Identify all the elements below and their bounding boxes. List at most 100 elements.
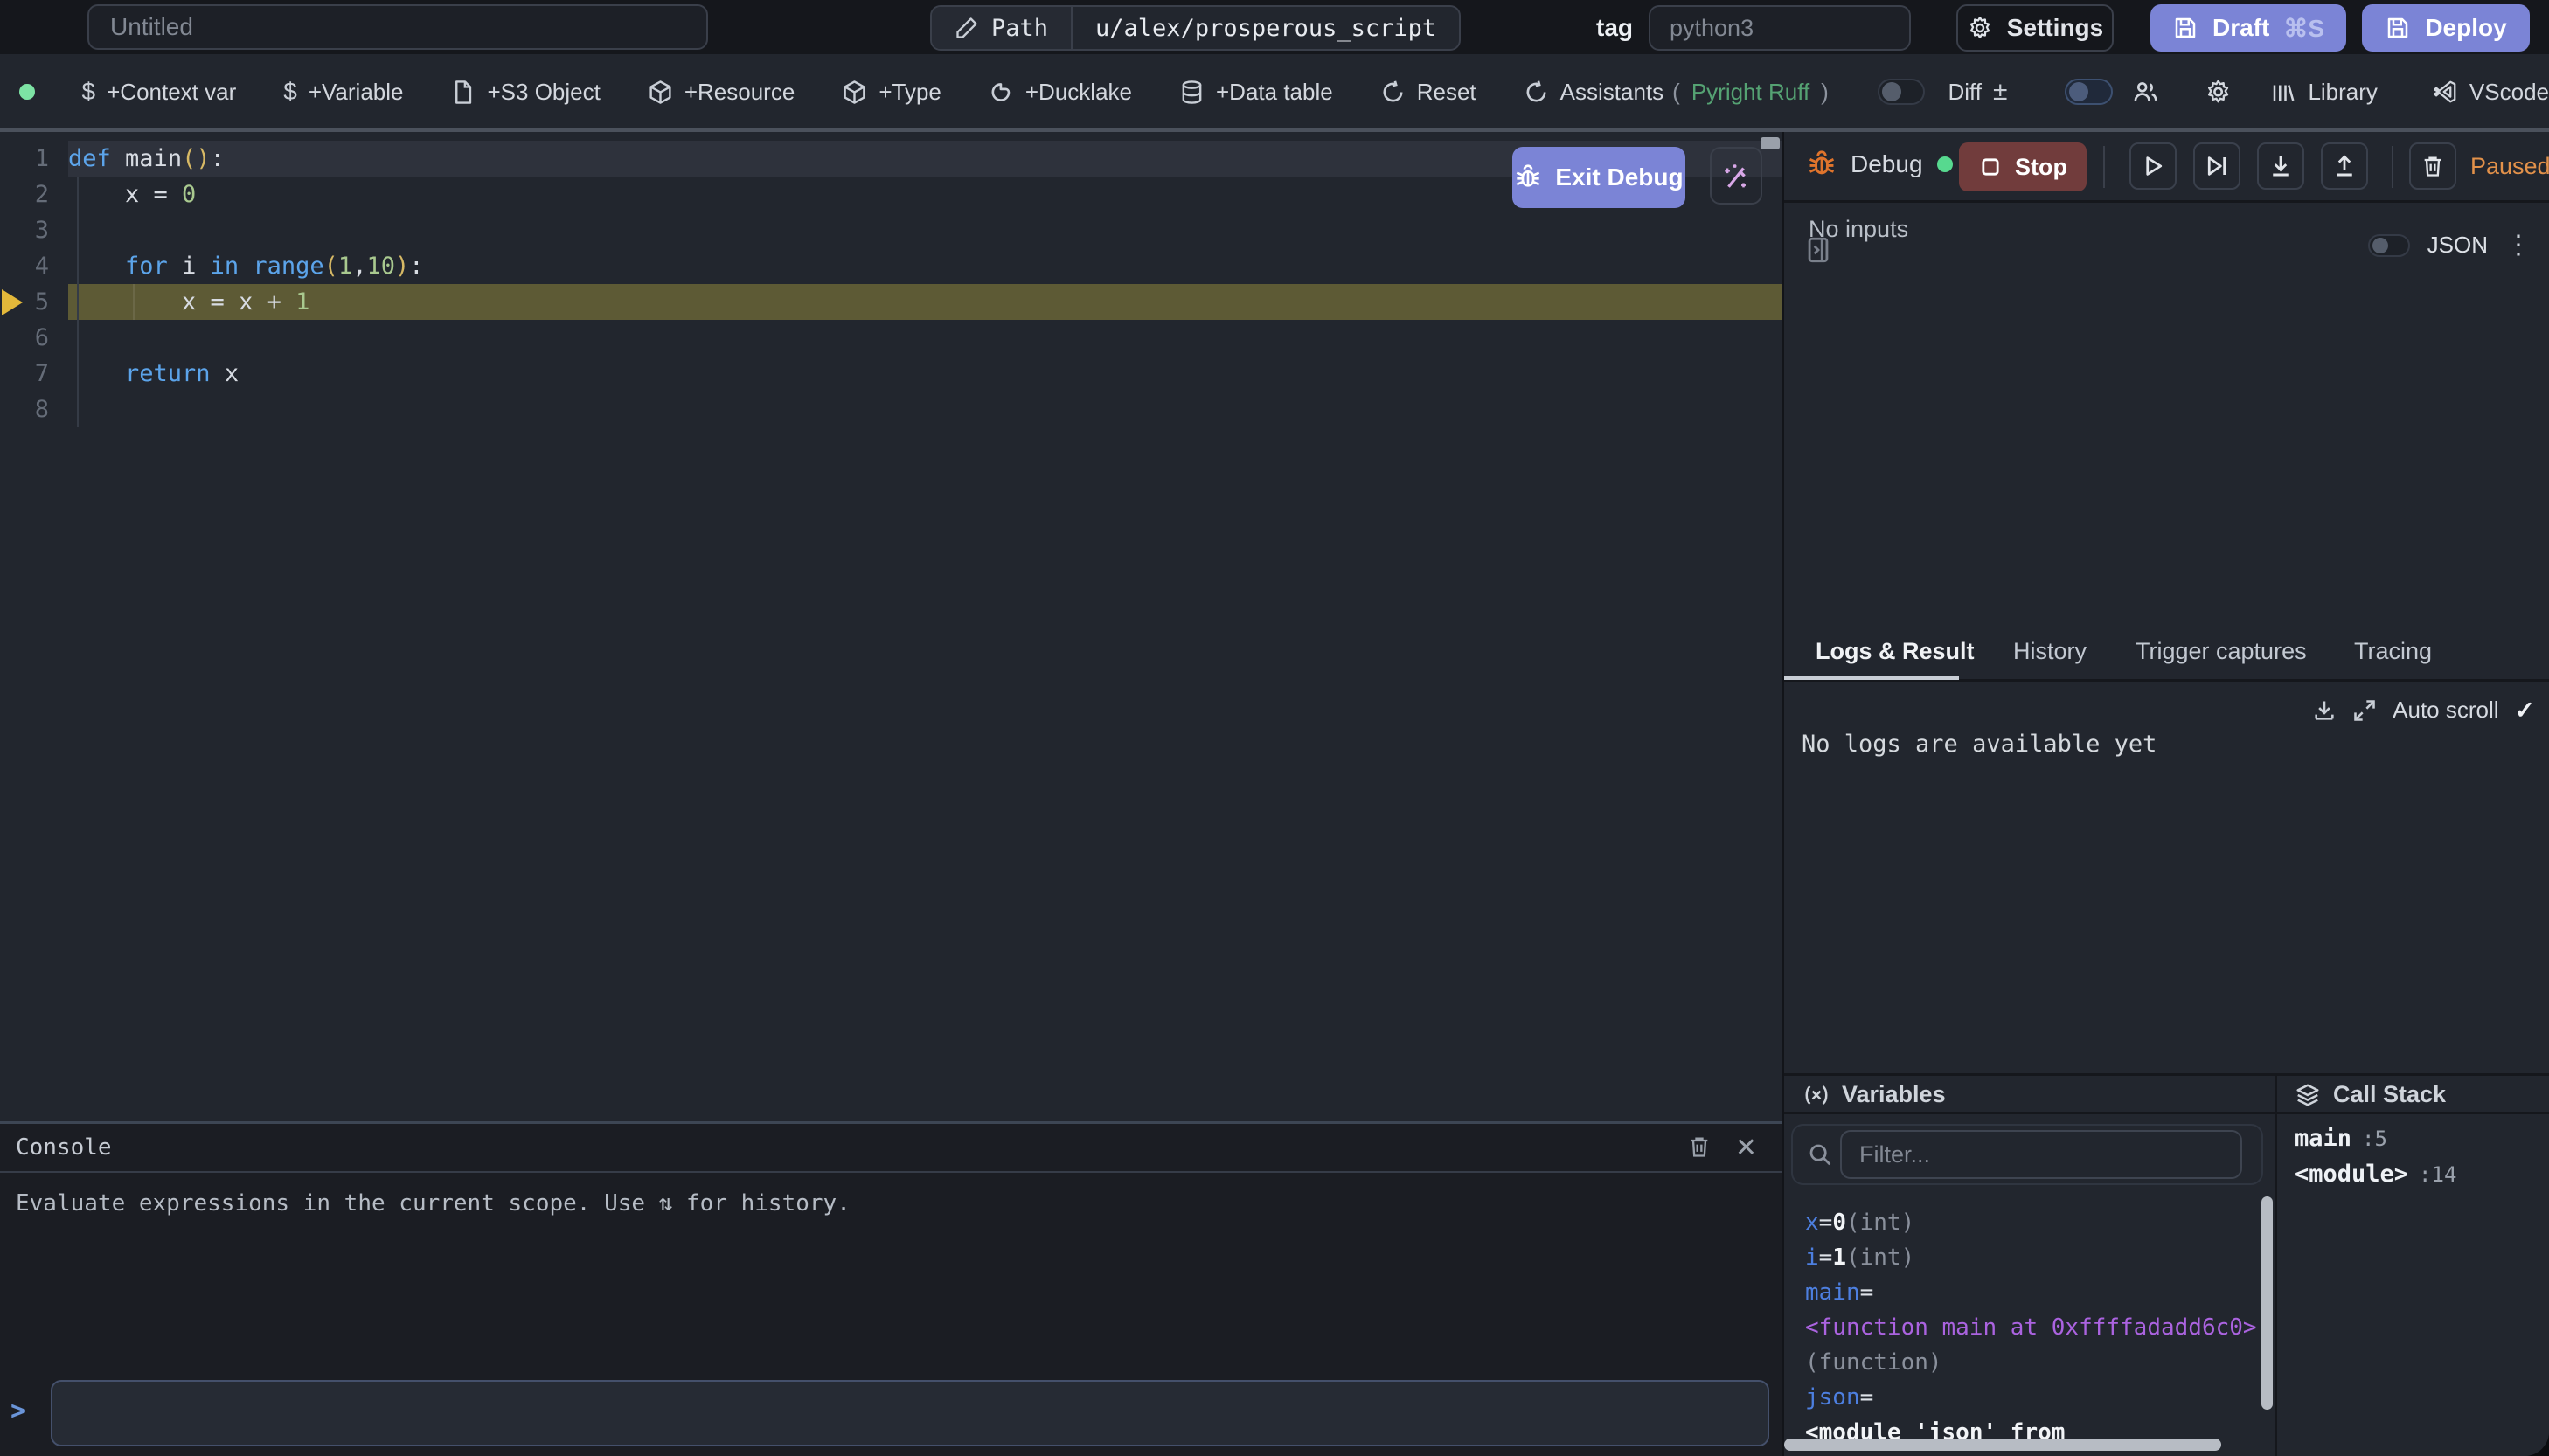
call-stack-frame[interactable]: <module>:14 xyxy=(2295,1161,2456,1196)
file-icon xyxy=(450,80,476,105)
tab-trigger-captures[interactable]: Trigger captures xyxy=(2136,638,2307,665)
toolbar-item-label: +Context var xyxy=(107,79,236,106)
exit-debug-button[interactable]: Exit Debug xyxy=(1512,147,1685,208)
trash-icon[interactable] xyxy=(1687,1134,1712,1159)
step-out-button[interactable] xyxy=(2321,142,2368,190)
console-prompt: > xyxy=(10,1396,26,1426)
tag-input[interactable] xyxy=(1649,5,1911,51)
toolbar-item-datatable[interactable]: +Data table xyxy=(1179,79,1333,106)
code-text: def main(): xyxy=(68,145,225,172)
line-number[interactable]: 4 xyxy=(0,253,68,280)
top-header-bar: Path u/alex/prosperous_script tag Settin… xyxy=(0,0,2549,54)
toolbar-item-variable[interactable]: $+Variable xyxy=(283,78,403,106)
filter-input[interactable] xyxy=(1840,1130,2242,1179)
continue-button[interactable] xyxy=(2129,142,2177,190)
deploy-button[interactable]: Deploy xyxy=(2362,4,2530,52)
close-icon[interactable]: ✕ xyxy=(1735,1133,1757,1163)
call-stack-title-label: Call Stack xyxy=(2333,1081,2446,1108)
scrollbar-vertical[interactable] xyxy=(2261,1196,2273,1410)
separator xyxy=(2392,146,2393,188)
tab-tracing[interactable]: Tracing xyxy=(2354,638,2432,665)
code-line-7[interactable]: 7 return x xyxy=(0,356,1782,392)
code-editor[interactable]: 1def main():2 x = 034 for i in range(1,1… xyxy=(0,132,1782,1121)
expand-icon[interactable] xyxy=(2352,698,2377,723)
assistants-detail: (Pyright Ruff) xyxy=(1672,79,1829,106)
diff-toggle[interactable] xyxy=(1878,79,1926,105)
path-button[interactable]: Path xyxy=(932,7,1073,49)
json-toggle-row: JSON ⋮ xyxy=(2368,230,2532,260)
library-button[interactable]: Library xyxy=(2270,79,2377,106)
toolbar-item-contextvar[interactable]: $+Context var xyxy=(82,78,237,106)
library-label: Library xyxy=(2308,79,2377,106)
step-over-button[interactable] xyxy=(2193,142,2240,190)
result-tabs: Logs & Result History Trigger captures Trac… xyxy=(1784,626,2549,682)
code-line-3[interactable]: 3 xyxy=(0,212,1782,248)
vscode-button[interactable]: VScode xyxy=(2432,79,2549,106)
download-icon[interactable] xyxy=(2312,698,2337,723)
variable-row[interactable]: main = xyxy=(1805,1275,2251,1310)
gear-icon[interactable] xyxy=(2205,78,2232,106)
check-icon[interactable]: ✓ xyxy=(2515,696,2535,725)
script-name-input[interactable] xyxy=(87,4,708,50)
line-highlight xyxy=(68,392,1782,427)
bug-icon xyxy=(1807,149,1837,179)
kebab-menu-icon[interactable]: ⋮ xyxy=(2505,230,2532,260)
stop-icon xyxy=(1978,155,2003,179)
debug-title-label: Debug xyxy=(1851,150,1923,178)
save-icon xyxy=(2172,15,2198,41)
step-into-button[interactable] xyxy=(2257,142,2304,190)
dollar-icon: $ xyxy=(283,78,297,106)
path-value[interactable]: u/alex/prosperous_script xyxy=(1073,7,1459,49)
debug-active-dot xyxy=(1937,156,1953,172)
toggle-knob xyxy=(2069,82,2088,101)
active-tab-underline xyxy=(1784,676,1959,680)
clear-button[interactable] xyxy=(2409,142,2456,190)
variable-row[interactable]: x = 0 (int) xyxy=(1805,1205,2251,1240)
line-number[interactable]: 1 xyxy=(0,145,68,172)
scrollbar-horizontal[interactable] xyxy=(1784,1439,2221,1451)
code-line-6[interactable]: 6 xyxy=(0,320,1782,356)
multiplayer-toggle[interactable] xyxy=(2065,79,2113,105)
paren: ) xyxy=(1821,79,1829,106)
toolbar-item-type[interactable]: +Type xyxy=(842,79,941,106)
toolbar-item-reset[interactable]: Reset xyxy=(1380,79,1476,106)
path-label: Path xyxy=(991,15,1048,42)
step-over-icon xyxy=(2204,153,2230,179)
status-dot xyxy=(19,84,35,100)
database-icon xyxy=(1179,80,1205,105)
line-number[interactable]: 6 xyxy=(0,324,68,351)
line-number[interactable]: 7 xyxy=(0,360,68,387)
toolbar-item-resource[interactable]: +Resource xyxy=(648,79,795,106)
variable-row[interactable]: (function) xyxy=(1805,1345,2251,1380)
tab-history[interactable]: History xyxy=(2013,638,2087,665)
line-number[interactable]: 3 xyxy=(0,217,68,244)
autoscroll-row: Auto scroll ✓ xyxy=(2312,696,2535,725)
toolbar-item-s3object[interactable]: +S3 Object xyxy=(450,79,600,106)
console-input[interactable] xyxy=(51,1380,1769,1446)
code-text: return x xyxy=(68,360,239,387)
editor-scrollbar-thumb[interactable] xyxy=(1761,137,1780,149)
line-number[interactable]: 2 xyxy=(0,181,68,208)
stop-button[interactable]: Stop xyxy=(1959,142,2087,191)
code-line-4[interactable]: 4 for i in range(1,10): xyxy=(0,248,1782,284)
people-icon[interactable] xyxy=(2132,78,2159,106)
call-stack-frame[interactable]: main:5 xyxy=(2295,1125,2456,1161)
draft-button[interactable]: Draft ⌘S xyxy=(2150,4,2346,52)
tab-logs-result[interactable]: Logs & Result xyxy=(1816,638,1975,665)
variable-row[interactable]: <function main at 0xffffadadd6c0> xyxy=(1805,1310,2251,1345)
exit-debug-label: Exit Debug xyxy=(1555,163,1683,191)
variable-row[interactable]: i = 1 (int) xyxy=(1805,1240,2251,1275)
ai-wand-button[interactable] xyxy=(1710,147,1762,205)
variable-row[interactable]: json = xyxy=(1805,1380,2251,1415)
variables-header-row: Variables Call Stack xyxy=(1784,1076,2549,1114)
code-line-5[interactable]: 5 x = x + 1 xyxy=(0,284,1782,320)
duck-icon xyxy=(989,80,1014,105)
settings-button[interactable]: Settings xyxy=(1956,4,2114,52)
magic-wand-icon xyxy=(1721,161,1751,191)
draft-shortcut: ⌘S xyxy=(2283,14,2324,43)
code-line-8[interactable]: 8 xyxy=(0,392,1782,427)
toolbar-item-ducklake[interactable]: +Ducklake xyxy=(989,79,1132,106)
toolbar-item-assistants[interactable]: Assistants xyxy=(1524,79,1664,106)
line-number[interactable]: 8 xyxy=(0,396,68,423)
json-toggle[interactable] xyxy=(2368,234,2410,257)
